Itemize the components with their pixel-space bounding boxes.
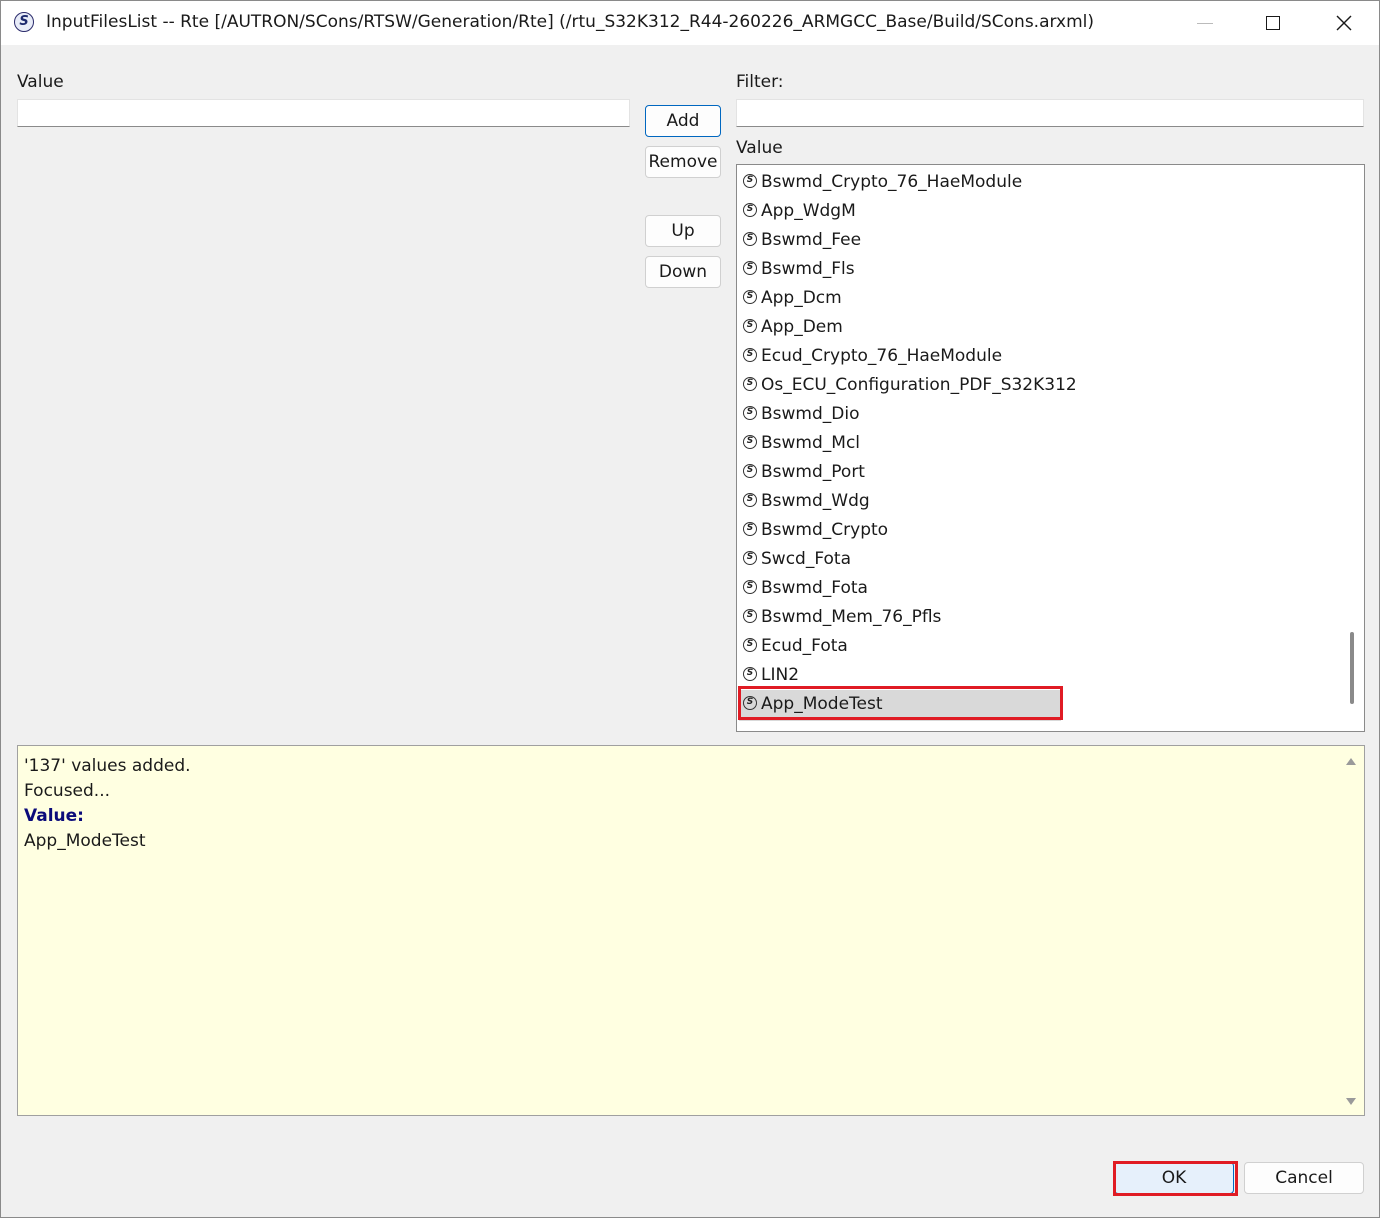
title-bar[interactable]: S InputFilesList -- Rte [/AUTRON/SCons/R…	[1, 1, 1379, 45]
down-button[interactable]: Down	[645, 256, 721, 288]
info-value-text: App_ModeTest	[24, 831, 146, 851]
filter-label: Filter:	[736, 72, 784, 92]
close-icon	[1336, 15, 1352, 31]
sym-icon: S	[743, 290, 757, 304]
list-item[interactable]: S Bswmd_Dio	[737, 400, 1337, 429]
window-title: InputFilesList -- Rte [/AUTRON/SCons/RTS…	[46, 12, 1095, 32]
cancel-button[interactable]: Cancel	[1244, 1162, 1364, 1194]
info-focus-line: Focused...	[24, 781, 111, 801]
sym-icon: S	[743, 493, 757, 507]
value-label: Value	[17, 72, 64, 92]
list-item[interactable]: S Bswmd_Crypto_76_HaeModule	[737, 168, 1337, 197]
remove-button[interactable]: Remove	[645, 146, 721, 178]
list-item[interactable]: S Bswmd_Fota	[737, 574, 1337, 603]
sym-icon: S	[743, 522, 757, 536]
sym-icon: S	[743, 406, 757, 420]
close-button[interactable]	[1321, 1, 1367, 45]
list-item[interactable]: S App_WdgM	[737, 197, 1337, 226]
value-listbox[interactable]: S Bswmd_Crypto_76_HaeModule S App_WdgM S…	[736, 164, 1365, 732]
value-list-label: Value	[736, 138, 783, 158]
sym-icon: S	[743, 232, 757, 246]
sym-icon: S	[743, 203, 757, 217]
up-button[interactable]: Up	[645, 215, 721, 247]
scroll-up-arrow-icon[interactable]	[1346, 758, 1356, 765]
minimize-button[interactable]	[1182, 1, 1228, 45]
list-item[interactable]: S Bswmd_Fls	[737, 255, 1337, 284]
maximize-button[interactable]	[1250, 1, 1296, 45]
sym-icon: S	[743, 667, 757, 681]
sym-icon: S	[743, 551, 757, 565]
list-item[interactable]: S Bswmd_Mem_76_Pfls	[737, 603, 1337, 632]
info-panel: '137' values added. Focused... Value: Ap…	[17, 745, 1365, 1116]
sym-icon: S	[743, 261, 757, 275]
list-item[interactable]: S App_Dcm	[737, 284, 1337, 313]
value-input[interactable]	[17, 99, 630, 127]
sym-icon: S	[743, 696, 757, 710]
list-item-selected[interactable]: S App_ModeTest	[737, 690, 1337, 721]
list-scrollbar-thumb[interactable]	[1350, 632, 1354, 704]
list-scrollbar[interactable]	[1338, 165, 1364, 731]
sym-icon: S	[743, 580, 757, 594]
info-status-line: '137' values added.	[24, 756, 191, 776]
sym-icon: S	[743, 377, 757, 391]
sym-icon: S	[743, 348, 757, 362]
list-item[interactable]: S Os_ECU_Configuration_PDF_S32K312	[737, 371, 1337, 400]
scroll-down-arrow-icon[interactable]	[1346, 1098, 1356, 1105]
info-value-heading: Value:	[24, 806, 84, 826]
filter-input[interactable]	[736, 99, 1364, 127]
sym-icon: S	[743, 435, 757, 449]
app-logo-icon: S	[14, 12, 34, 32]
list-item[interactable]: S Bswmd_Crypto	[737, 516, 1337, 545]
list-item[interactable]: S Bswmd_Port	[737, 458, 1337, 487]
list-item[interactable]: S Bswmd_Mcl	[737, 429, 1337, 458]
list-item[interactable]: S Ecud_Fota	[737, 632, 1337, 661]
info-scrollbar[interactable]	[1338, 746, 1364, 1115]
ok-button[interactable]: OK	[1114, 1162, 1234, 1194]
add-button[interactable]: Add	[645, 105, 721, 137]
sym-icon: S	[743, 464, 757, 478]
sym-icon: S	[743, 319, 757, 333]
list-item[interactable]: S Bswmd_Wdg	[737, 487, 1337, 516]
list-item[interactable]: S Swcd_Fota	[737, 545, 1337, 574]
dialog-window: S InputFilesList -- Rte [/AUTRON/SCons/R…	[0, 0, 1380, 1218]
list-item[interactable]: S Bswmd_Fee	[737, 226, 1337, 255]
sym-icon: S	[743, 174, 757, 188]
sym-icon: S	[743, 609, 757, 623]
sym-icon: S	[743, 638, 757, 652]
list-item[interactable]: S App_Dem	[737, 313, 1337, 342]
list-item[interactable]: S Ecud_Crypto_76_HaeModule	[737, 342, 1337, 371]
list-item[interactable]: S LIN2	[737, 661, 1337, 690]
